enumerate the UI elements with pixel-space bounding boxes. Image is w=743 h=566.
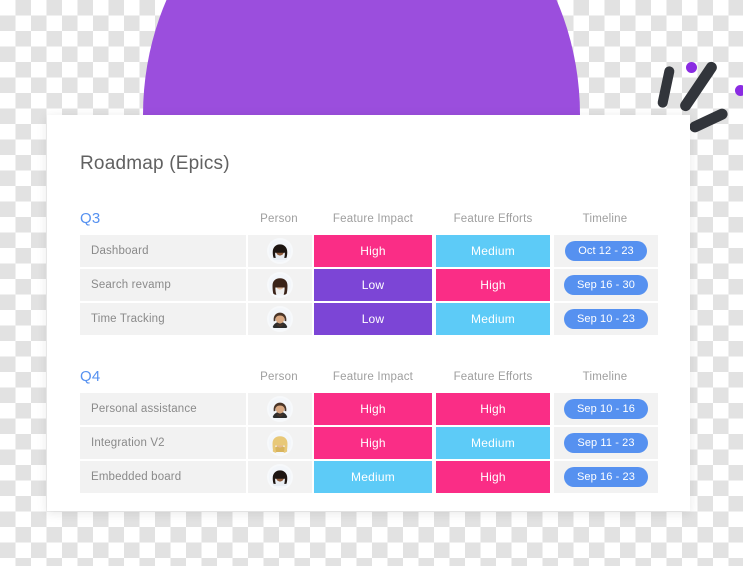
roadmap-card: Roadmap (Epics) Q3 Person Feature Impact Fe… [47,115,690,511]
column-header-feature-impact: Feature Impact [332,213,414,225]
decorative-slash-icon [678,59,719,114]
timeline-cell: Sep 16 - 23 [554,461,658,493]
avatar-woman-blonde [269,432,291,454]
decorative-slash-icon [687,106,730,135]
epic-name[interactable]: Embedded board [80,461,246,493]
timeline-pill[interactable]: Sep 11 - 23 [564,433,648,453]
decorative-slash-icon [656,65,676,109]
person-cell[interactable] [248,235,312,267]
feature-impact-tag[interactable]: Low [314,269,432,301]
epic-name[interactable]: Time Tracking [80,303,246,335]
timeline-cell: Sep 10 - 16 [554,393,658,425]
quarter-label[interactable]: Q3 [80,210,100,227]
feature-efforts-tag[interactable]: Medium [436,427,550,459]
column-header-timeline: Timeline [582,371,628,383]
column-header-timeline: Timeline [582,213,628,225]
column-header-person: Person [260,213,298,225]
table-header-row: Q4 Person Feature Impact Feature Efforts Tim… [80,361,658,393]
table-header-row: Q3 Person Feature Impact Feature Efforts Tim… [80,203,658,235]
person-cell[interactable] [248,427,312,459]
timeline-cell: Sep 16 - 30 [554,269,658,301]
feature-impact-tag[interactable]: Medium [314,461,432,493]
person-cell[interactable] [248,269,312,301]
feature-efforts-tag[interactable]: High [436,269,550,301]
decorative-purple-dome [143,0,580,115]
column-header-person: Person [260,371,298,383]
epic-name[interactable]: Integration V2 [80,427,246,459]
feature-efforts-tag[interactable]: High [436,393,550,425]
feature-efforts-tag[interactable]: Medium [436,235,550,267]
column-header-feature-efforts: Feature Efforts [453,213,533,225]
epic-name[interactable]: Personal assistance [80,393,246,425]
column-header-feature-efforts: Feature Efforts [453,371,533,383]
avatar-woman-long-hair [269,274,291,296]
table-row[interactable]: Search revamp Low High Sep 16 - 30 [80,269,658,301]
table-row[interactable]: Time Tracking Low Medium Sep 10 - 23 [80,303,658,335]
person-cell[interactable] [248,303,312,335]
avatar-man-beard [269,308,291,330]
avatar-woman-dark-hair [269,466,291,488]
table-row[interactable]: Dashboard High Medium Oct 12 - 23 [80,235,658,267]
timeline-pill[interactable]: Sep 16 - 30 [564,275,648,295]
quarter-section: Q4 Person Feature Impact Feature Efforts Tim… [80,361,658,493]
feature-impact-tag[interactable]: High [314,393,432,425]
feature-impact-tag[interactable]: High [314,235,432,267]
avatar-man-beard [269,398,291,420]
avatar-woman-dark-hair [269,240,291,262]
person-cell[interactable] [248,461,312,493]
timeline-pill[interactable]: Sep 10 - 23 [564,309,648,329]
timeline-cell: Oct 12 - 23 [554,235,658,267]
column-header-feature-impact: Feature Impact [332,371,414,383]
feature-efforts-tag[interactable]: High [436,461,550,493]
quarter-label[interactable]: Q4 [80,368,100,385]
timeline-cell: Sep 10 - 23 [554,303,658,335]
timeline-pill[interactable]: Oct 12 - 23 [565,241,647,261]
table-row[interactable]: Integration V2 High Medium Sep 11 - 23 [80,427,658,459]
table-row[interactable]: Embedded board Medium High Sep 16 - 23 [80,461,658,493]
person-cell[interactable] [248,393,312,425]
table-row[interactable]: Personal assistance High High Sep 10 - 16 [80,393,658,425]
timeline-pill[interactable]: Sep 10 - 16 [564,399,648,419]
decorative-dot-icon [735,85,743,96]
feature-impact-tag[interactable]: Low [314,303,432,335]
epic-name[interactable]: Dashboard [80,235,246,267]
roadmap-table: Q3 Person Feature Impact Feature Efforts Tim… [80,203,658,499]
feature-impact-tag[interactable]: High [314,427,432,459]
epic-name[interactable]: Search revamp [80,269,246,301]
decorative-dot-icon [686,62,697,73]
quarter-section: Q3 Person Feature Impact Feature Efforts Tim… [80,203,658,355]
timeline-pill[interactable]: Sep 16 - 23 [564,467,648,487]
feature-efforts-tag[interactable]: Medium [436,303,550,335]
timeline-cell: Sep 11 - 23 [554,427,658,459]
page-title: Roadmap (Epics) [80,153,230,174]
